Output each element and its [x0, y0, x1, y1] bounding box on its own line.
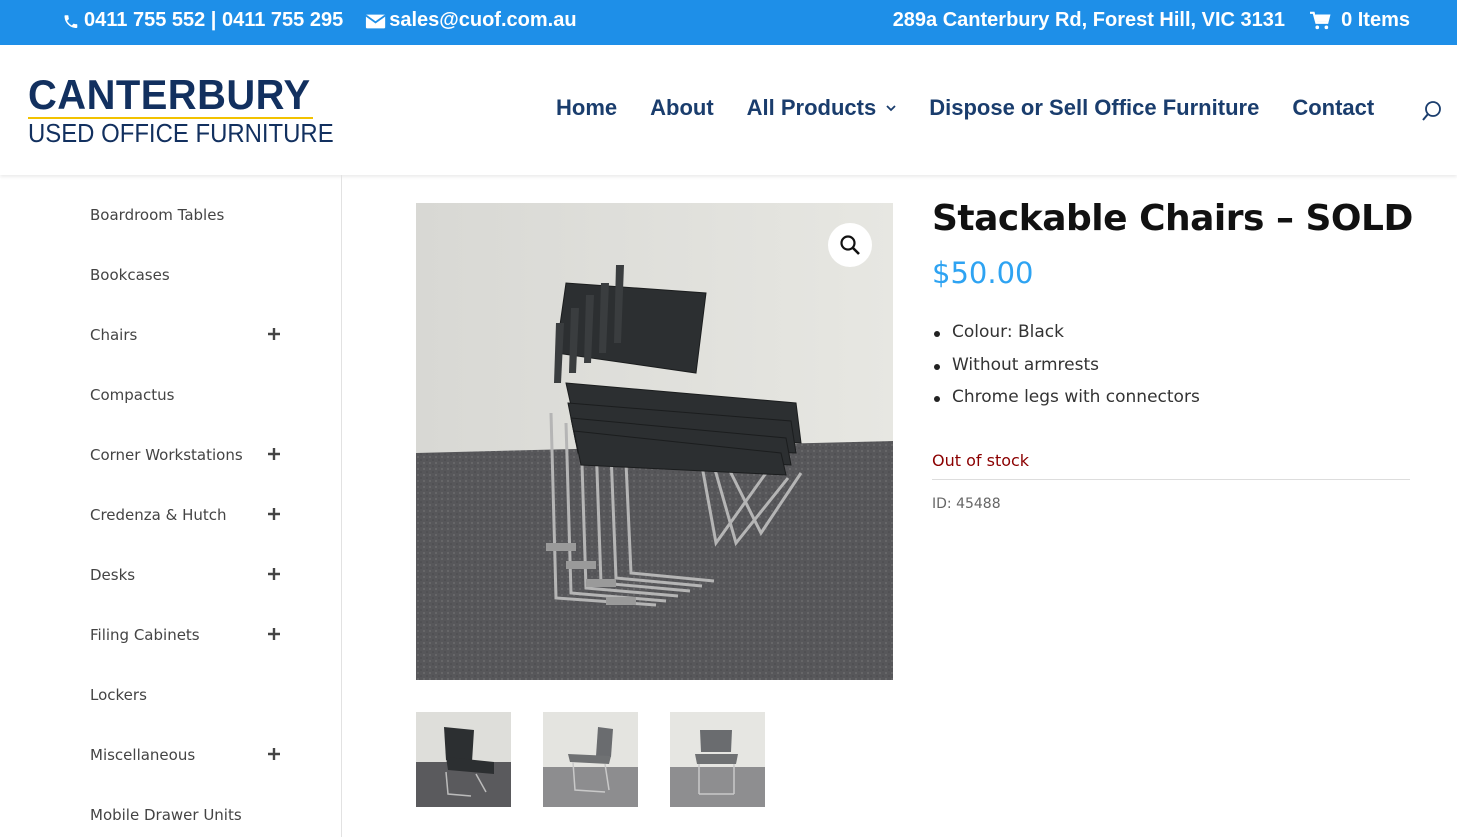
sidebar-item-boardroom-tables[interactable]: Boardroom Tables [90, 203, 290, 227]
sidebar-item-credenza-hutch[interactable]: Credenza & Hutch [90, 503, 290, 527]
stock-status: Out of stock [932, 451, 1030, 470]
thumbnail-photo [670, 712, 765, 807]
product-main-image[interactable] [416, 203, 893, 680]
phone-link[interactable]: 0411 755 552 | 0411 755 295 [60, 9, 343, 32]
cart-count: 0 Items [1341, 9, 1410, 31]
cart-icon [1310, 11, 1331, 29]
logo-line-1: CANTERBURY [28, 71, 311, 118]
product-sku: ID: 45488 [932, 496, 1001, 512]
sidebar-item-label: Corner Workstations [90, 446, 243, 464]
sidebar-item-label: Mobile Drawer Units [90, 806, 242, 824]
product-thumbnail-2[interactable] [543, 712, 638, 807]
product-thumbnail-3[interactable] [670, 712, 765, 807]
chevron-down-icon [886, 105, 896, 112]
feature-item: Colour: Black [934, 322, 1200, 355]
product-photo [416, 203, 893, 680]
sidebar-item-miscellaneous[interactable]: Miscellaneous [90, 743, 290, 767]
feature-item: Without armrests [934, 355, 1200, 388]
sidebar-item-desks[interactable]: Desks [90, 563, 290, 587]
address-text: 289a Canterbury Rd, Forest Hill, VIC 313… [892, 9, 1286, 31]
plus-icon[interactable] [266, 446, 282, 462]
product-thumbnail-1[interactable] [416, 712, 511, 807]
divider [932, 479, 1410, 480]
sidebar-item-label: Chairs [90, 326, 138, 344]
nav-home[interactable]: Home [556, 95, 617, 121]
logo-line-2: USED OFFICE FURNITURE [28, 118, 334, 148]
nav-dispose-sell[interactable]: Dispose or Sell Office Furniture [929, 95, 1259, 121]
magnifier-icon [840, 235, 860, 255]
search-icon[interactable] [1421, 100, 1443, 122]
product-price: $50.00 [932, 256, 1034, 290]
nav-all-products-label: All Products [746, 95, 877, 120]
sidebar-item-label: Lockers [90, 686, 147, 704]
cart-link[interactable]: 0 Items [1307, 9, 1410, 32]
sidebar-item-label: Boardroom Tables [90, 206, 225, 224]
main-nav: Home About All Products Dispose or Sell … [556, 95, 1407, 121]
sidebar-item-label: Compactus [90, 386, 175, 404]
plus-icon[interactable] [266, 326, 282, 342]
plus-icon[interactable] [266, 506, 282, 522]
thumbnail-photo [416, 712, 511, 807]
sidebar-item-label: Bookcases [90, 266, 170, 284]
nav-about[interactable]: About [650, 95, 714, 121]
sidebar-item-bookcases[interactable]: Bookcases [90, 263, 290, 287]
plus-icon[interactable] [266, 566, 282, 582]
feature-item: Chrome legs with connectors [934, 387, 1200, 420]
email-text: sales@cuof.com.au [389, 9, 577, 31]
phone-icon [64, 14, 78, 28]
site-header: CANTERBURY USED OFFICE FURNITURE Home Ab… [0, 45, 1457, 175]
plus-icon[interactable] [266, 626, 282, 642]
sidebar-item-compactus[interactable]: Compactus [90, 383, 290, 407]
sidebar-item-filing-cabinets[interactable]: Filing Cabinets [90, 623, 290, 647]
sidebar-item-label: Filing Cabinets [90, 626, 200, 644]
plus-icon[interactable] [266, 746, 282, 762]
product-title: Stackable Chairs – SOLD [932, 198, 1413, 239]
email-link[interactable]: sales@cuof.com.au [365, 9, 577, 32]
sidebar-item-label: Desks [90, 566, 136, 584]
zoom-button[interactable] [828, 223, 872, 267]
sidebar-item-lockers[interactable]: Lockers [90, 683, 290, 707]
site-logo[interactable]: CANTERBURY USED OFFICE FURNITURE [28, 71, 334, 148]
top-bar: 0411 755 552 | 0411 755 295 sales@cuof.c… [0, 0, 1457, 45]
envelope-icon [365, 14, 386, 28]
sidebar-item-corner-workstations[interactable]: Corner Workstations [90, 443, 290, 467]
product-features: Colour: Black Without armrests Chrome le… [934, 322, 1200, 420]
category-sidebar: Boardroom Tables Bookcases Chairs Compac… [0, 175, 342, 837]
sidebar-item-mobile-drawer-units[interactable]: Mobile Drawer Units [90, 803, 290, 827]
sidebar-item-label: Credenza & Hutch [90, 506, 227, 524]
sidebar-item-chairs[interactable]: Chairs [90, 323, 290, 347]
nav-all-products[interactable]: All Products [747, 95, 897, 121]
thumbnail-photo [543, 712, 638, 807]
sidebar-item-label: Miscellaneous [90, 746, 196, 764]
phone-text: 0411 755 552 | 0411 755 295 [84, 9, 344, 31]
nav-contact[interactable]: Contact [1292, 95, 1374, 121]
